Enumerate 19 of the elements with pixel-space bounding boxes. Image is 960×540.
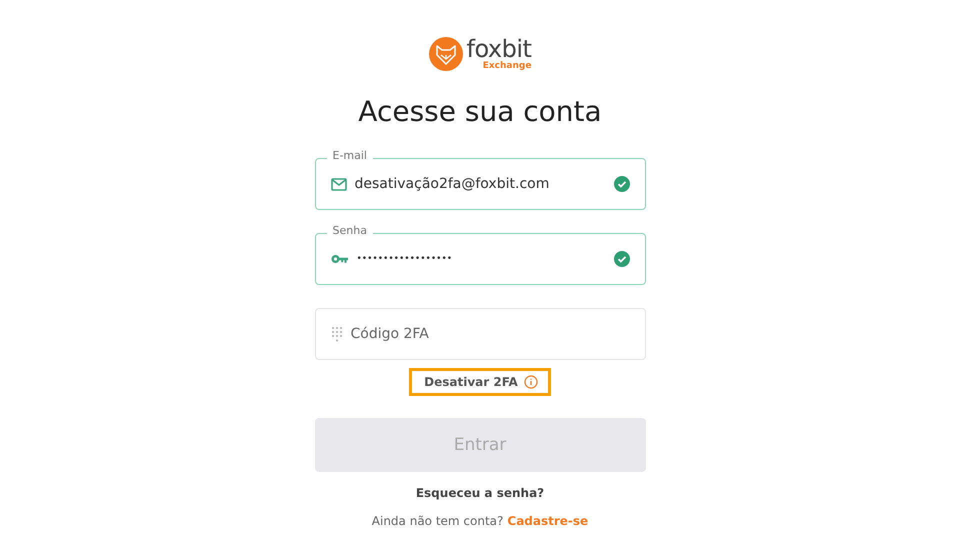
signup-prompt: Ainda não tem conta? (372, 514, 504, 528)
envelope-icon (330, 178, 346, 190)
check-icon (614, 176, 630, 192)
key-icon (330, 254, 348, 264)
info-icon (524, 375, 538, 389)
field-placeholder: Código 2FA (350, 326, 430, 342)
fox-logo-icon (428, 37, 463, 71)
page-title: Acesse sua conta (358, 96, 602, 128)
password-field[interactable]: •••••••••••••••••• (314, 233, 646, 285)
email-field[interactable]: desativação2fa@foxbit.com (314, 158, 646, 210)
forgot-password-link[interactable]: Esqueceu a senha? (416, 486, 544, 500)
brand-name: foxbit (466, 37, 532, 61)
masked-password: •••••••••••••••••• (356, 254, 454, 264)
brand-subtitle: Exchange (482, 62, 532, 71)
check-icon (614, 251, 630, 267)
keypad-icon (330, 326, 342, 342)
field-value: desativação2fa@foxbit.com (354, 176, 550, 192)
code-field[interactable]: Código 2FA (314, 308, 646, 360)
disable-2fa-link[interactable]: Desativar 2FA (409, 368, 551, 396)
